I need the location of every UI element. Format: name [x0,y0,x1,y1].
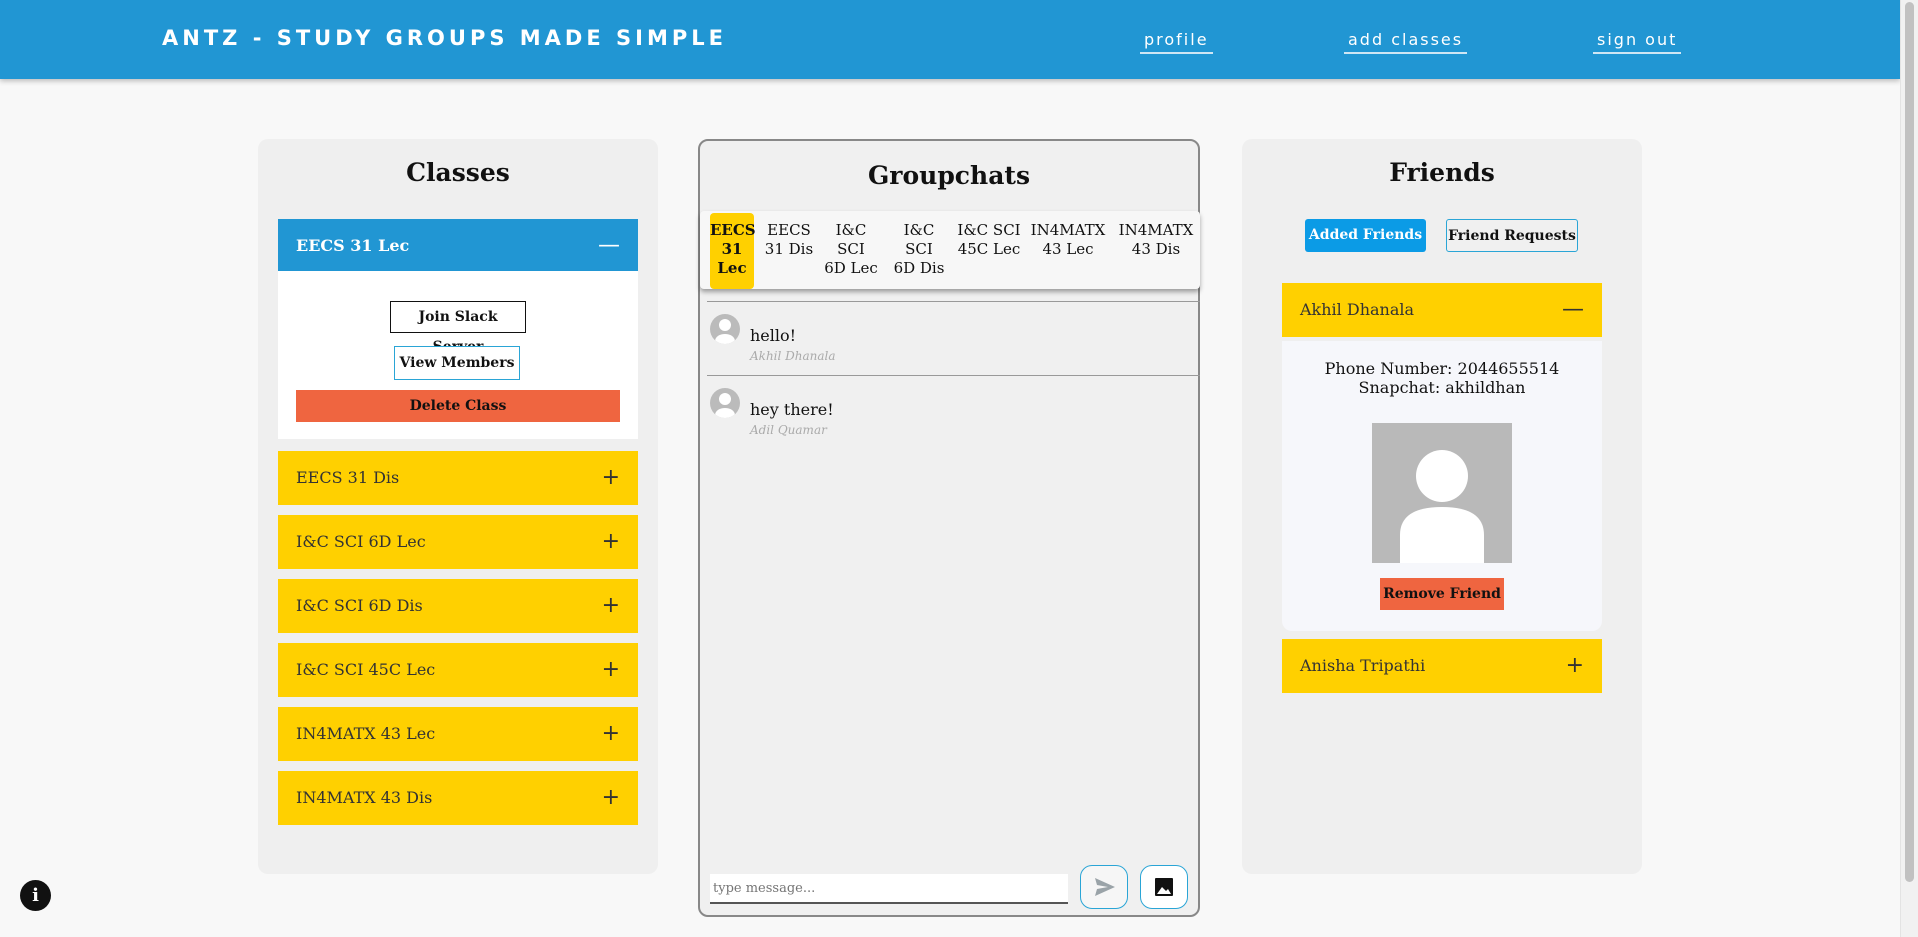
remove-friend-button[interactable]: Remove Friend [1380,578,1504,610]
friend-item-akhil-dhanala[interactable]: Akhil Dhanala — [1282,283,1602,337]
message-text: hello! [750,326,797,345]
class-item-ics-6d-dis[interactable]: I&C SCI 6D Dis + [278,579,638,633]
send-button[interactable] [1080,865,1128,909]
friends-title: Friends [1389,158,1495,187]
nav-add-classes-link[interactable]: add classes [1344,30,1468,54]
tab-added-friends[interactable]: Added Friends [1305,219,1426,252]
app-header: ANTZ - STUDY GROUPS MADE SIMPLE profile … [0,0,1900,79]
classes-panel: Classes EECS 31 Lec — Join Slack Server … [258,139,658,874]
friends-panel: Friends Added Friends Friend Requests Ak… [1242,139,1642,874]
class-item-ics-45c-lec[interactable]: I&C SCI 45C Lec + [278,643,638,697]
nav-sign-out-link[interactable]: sign out [1593,30,1682,54]
view-members-button[interactable]: View Members [394,346,520,380]
class-item-label: I&C SCI 6D Dis [296,596,423,615]
plus-icon[interactable]: + [602,595,620,617]
groupchats-title: Groupchats [867,161,1031,190]
class-item-label: IN4MATX 43 Lec [296,724,436,743]
class-item-label: EECS 31 Lec [296,236,410,255]
message-divider [707,375,1200,376]
friend-details-panel: Phone Number: 2044655514 Snapchat: akhil… [1282,341,1602,631]
groupchats-panel: Groupchats EECS 31 Lec EECS 31 Dis I&C S… [698,139,1200,917]
image-icon [1155,878,1173,896]
class-item-in4matx-43-dis[interactable]: IN4MATX 43 Dis + [278,771,638,825]
class-item-eecs-31-lec[interactable]: EECS 31 Lec — [278,219,638,273]
plus-icon[interactable]: + [602,659,620,681]
message-author: Adil Quamar [750,423,827,437]
class-item-in4matx-43-lec[interactable]: IN4MATX 43 Lec + [278,707,638,761]
class-item-label: I&C SCI 45C Lec [296,660,436,679]
plus-icon[interactable]: + [602,531,620,553]
plus-icon[interactable]: + [1566,655,1584,677]
plus-icon[interactable]: + [602,467,620,489]
class-item-label: IN4MATX 43 Dis [296,788,433,807]
minus-icon[interactable]: — [598,235,620,257]
class-item-ics-6d-lec[interactable]: I&C SCI 6D Lec + [278,515,638,569]
class-item-label: EECS 31 Dis [296,468,400,487]
friend-contact-info: Phone Number: 2044655514 Snapchat: akhil… [1282,359,1602,397]
tab-ics-45c-lec[interactable]: I&C SCI 45C Lec [956,211,1022,259]
plus-icon[interactable]: + [602,787,620,809]
tab-ics-6d-dis[interactable]: I&C SCI 6D Dis [892,211,946,278]
friend-item-anisha-tripathi[interactable]: Anisha Tripathi + [1282,639,1602,693]
join-slack-button[interactable]: Join Slack Server [390,301,526,355]
nav-profile-link[interactable]: profile [1140,30,1213,54]
minus-icon[interactable]: — [1562,299,1584,321]
delete-class-button[interactable]: Delete Class [296,390,620,422]
scrollbar-thumb[interactable] [1905,2,1914,882]
friend-snapchat: Snapchat: akhildhan [1358,378,1526,397]
message-input[interactable] [710,874,1068,904]
tab-in4matx-43-lec[interactable]: IN4MATX 43 Lec [1026,211,1110,259]
friend-name: Anisha Tripathi [1300,656,1426,675]
tab-friend-requests[interactable]: Friend Requests [1446,219,1578,252]
friend-name: Akhil Dhanala [1300,300,1415,319]
tab-eecs-31-lec[interactable]: EECS 31 Lec [710,213,756,289]
tab-ics-6d-lec[interactable]: I&C SCI 6D Lec [824,211,878,278]
friend-avatar-icon [1372,423,1512,563]
groupchat-tabs: EECS 31 Lec EECS 31 Dis I&C SCI 6D Lec I… [700,211,1200,289]
send-icon [1095,878,1115,896]
plus-icon[interactable]: + [602,723,620,745]
image-upload-button[interactable] [1140,865,1188,909]
class-expanded-panel: Join Slack Server View Members Delete Cl… [278,271,638,439]
tab-in4matx-43-dis[interactable]: IN4MATX 43 Dis [1114,211,1198,259]
classes-title: Classes [406,158,510,187]
message-author: Akhil Dhanala [750,349,836,363]
class-item-eecs-31-dis[interactable]: EECS 31 Dis + [278,451,638,505]
brand-title: ANTZ - STUDY GROUPS MADE SIMPLE [162,26,727,50]
message-text: hey there! [750,400,834,419]
info-icon[interactable]: i [20,880,51,911]
friend-phone: Phone Number: 2044655514 [1324,359,1560,378]
user-avatar-icon [710,388,740,418]
tab-eecs-31-dis[interactable]: EECS 31 Dis [762,211,816,259]
user-avatar-icon [710,314,740,344]
message-divider [707,301,1200,302]
class-item-label: I&C SCI 6D Lec [296,532,426,551]
